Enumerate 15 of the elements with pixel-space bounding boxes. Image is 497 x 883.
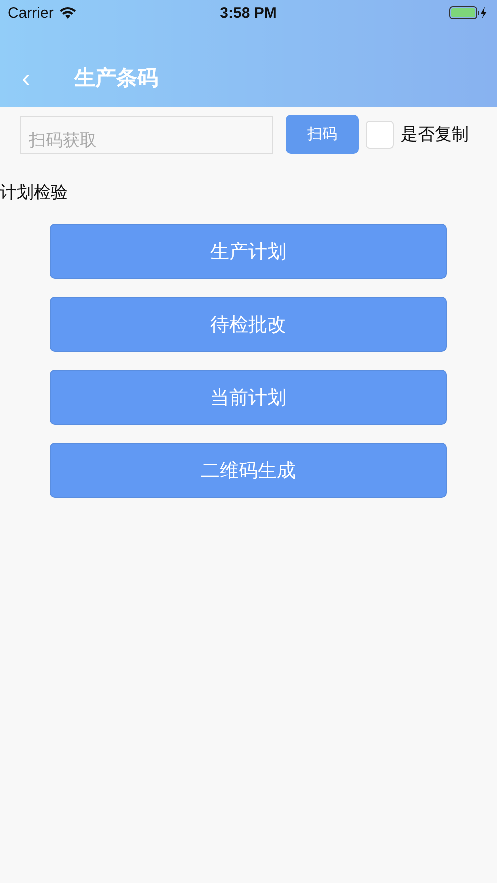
scan-button[interactable]: 扫码 [286,115,359,154]
section-heading: 计划检验 [0,182,69,204]
menu-button[interactable]: 当前计划 [50,370,447,425]
back-button[interactable]: ‹ [14,65,39,91]
wifi-icon [60,7,76,19]
copy-label: 是否复制 [401,124,469,146]
scan-field[interactable]: 扫码获取 [20,116,273,154]
carrier-label: Carrier [8,4,54,22]
page-title: 生产条码 [74,65,159,92]
copy-checkbox[interactable] [366,120,394,148]
menu-button[interactable]: 二维码生成 [50,443,447,498]
menu-button[interactable]: 生产计划 [50,224,447,279]
menu-button[interactable]: 待检批改 [50,297,447,352]
battery-icon [449,6,489,20]
status-time: 3:58 PM [220,4,277,22]
